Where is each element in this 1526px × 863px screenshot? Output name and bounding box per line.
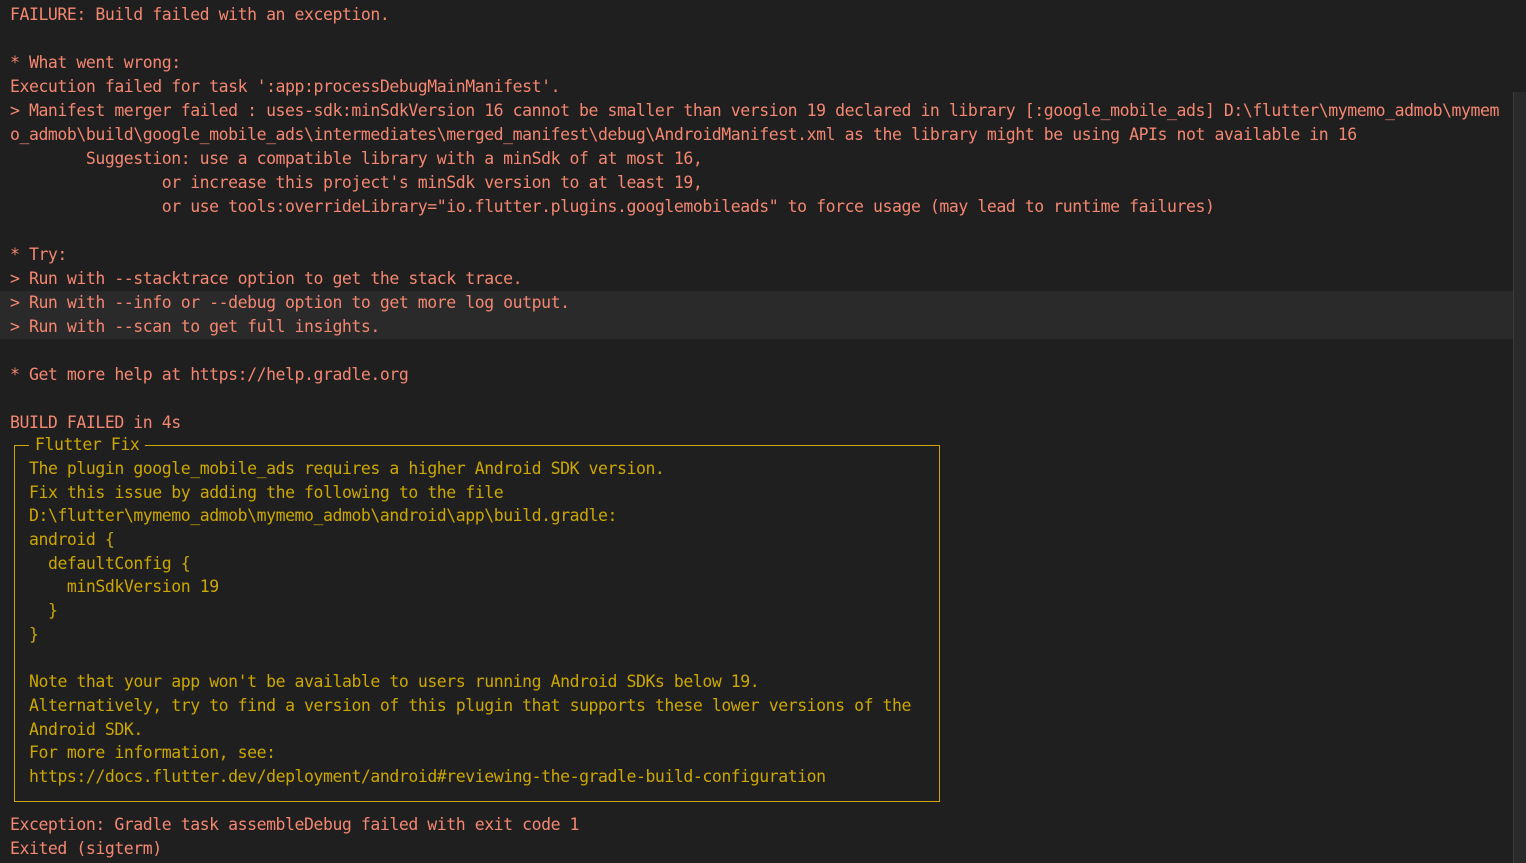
flutter-fix-content: The plugin google_mobile_ads requires a …: [29, 457, 911, 789]
flutter-fix-line: For more information, see:: [29, 743, 276, 763]
flutter-fix-line: Fix this issue by adding the following t…: [29, 482, 504, 502]
what-went-wrong-header: * What went wrong:: [10, 53, 181, 72]
flutter-fix-line: android {: [29, 530, 115, 550]
help-line: * Get more help at https://help.gradle.o…: [10, 365, 409, 384]
flutter-fix-line: }: [29, 624, 39, 644]
suggestion-line: Suggestion: use a compatible library wit…: [10, 149, 703, 168]
execution-failed-line: Execution failed for task ':app:processD…: [10, 77, 561, 96]
flutter-fix-title: Flutter Fix: [29, 433, 146, 457]
flutter-fix-line: The plugin google_mobile_ads requires a …: [29, 459, 665, 478]
exception-line: Exception: Gradle task assembleDebug fai…: [10, 815, 580, 834]
try-info-debug-line: > Run with --info or --debug option to g…: [0, 291, 1526, 315]
flutter-fix-line: }: [29, 601, 58, 621]
terminal-output[interactable]: FAILURE: Build failed with an exception.…: [0, 0, 1526, 863]
exited-line: Exited (sigterm): [10, 839, 162, 858]
footer-lines: Exception: Gradle task assembleDebug fai…: [0, 813, 1526, 861]
suggestion-line: or increase this project's minSdk versio…: [10, 173, 703, 192]
failure-line: FAILURE: Build failed with an exception.: [10, 5, 390, 24]
flutter-fix-line: D:\flutter\mymemo_admob\mymemo_admob\and…: [29, 506, 617, 526]
flutter-fix-line: Android SDK.: [29, 719, 143, 739]
build-failed-line: BUILD FAILED in 4s: [10, 413, 181, 432]
flutter-fix-line: Alternatively, try to find a version of …: [29, 695, 911, 715]
flutter-fix-line: [29, 647, 911, 671]
flutter-fix-line: defaultConfig {: [29, 553, 191, 573]
flutter-fix-line: Note that your app won't be available to…: [29, 672, 760, 692]
vertical-scrollbar[interactable]: [1513, 92, 1526, 863]
flutter-fix-line: minSdkVersion 19: [29, 577, 219, 597]
manifest-merger-line: > Manifest merger failed : uses-sdk:minS…: [10, 101, 1499, 144]
suggestion-line: or use tools:overrideLibrary="io.flutter…: [10, 197, 1215, 216]
try-stacktrace-line: > Run with --stacktrace option to get th…: [10, 269, 523, 288]
flutter-fix-line: https://docs.flutter.dev/deployment/andr…: [29, 766, 826, 786]
try-header: * Try:: [10, 245, 67, 264]
try-scan-line: > Run with --scan to get full insights.: [0, 315, 1526, 339]
